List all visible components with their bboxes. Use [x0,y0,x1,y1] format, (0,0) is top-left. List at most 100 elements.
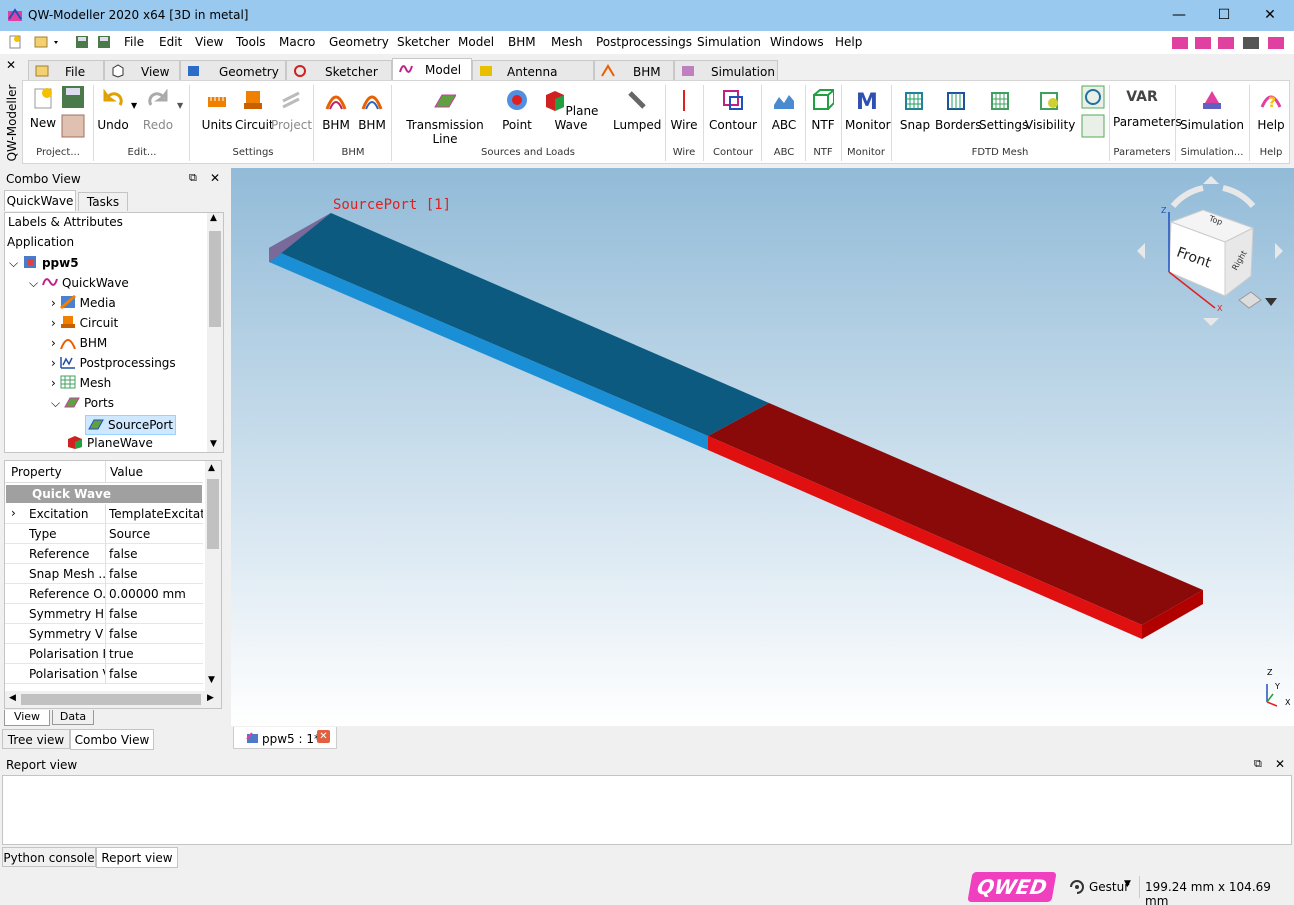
tab-view-props[interactable]: View [4,710,50,726]
project-button[interactable]: Project [271,89,312,132]
tab-bhm[interactable]: BHM [594,60,674,80]
redo-button[interactable]: Redo [141,88,175,132]
borders-button[interactable]: Borders [935,89,981,132]
property-row-excitation[interactable]: ›ExcitationTemplateExcitat... [5,504,203,524]
tab-data-props[interactable]: Data [52,710,94,725]
project-save-icons[interactable] [61,85,85,141]
visibility-button[interactable]: Visibility [1025,89,1075,132]
menu-sketcher[interactable]: Sketcher [397,35,450,49]
expand-icon[interactable]: ⌵ [51,396,60,410]
expand-icon[interactable]: ⌵ [9,256,18,270]
property-hscrollbar[interactable]: ◀ ▶ [5,691,221,708]
property-row-symmetry-h[interactable]: Symmetry Hfalse [5,604,203,624]
point-button[interactable]: Point [499,89,535,132]
tab-quickwave[interactable]: QuickWave [4,190,76,211]
3d-viewport[interactable]: SourcePort [1] Front Top Right Z X Z Y X [231,168,1294,726]
simulation-button[interactable]: Simulation [1179,89,1245,132]
collapse-icon[interactable]: › [51,296,56,310]
tree-item-postprocessings[interactable]: › Postprocessings [51,355,176,375]
expand-icon[interactable]: ⌵ [29,276,38,290]
snap-button[interactable]: Snap [897,89,933,132]
tab-tree-view[interactable]: Tree view [2,729,70,749]
tab-tasks[interactable]: Tasks [78,192,128,211]
menu-postprocessings[interactable]: Postprocessings [596,35,692,49]
tab-geometry[interactable]: Geometry [180,60,286,80]
bhm-dropdown-button[interactable]: BHM [319,89,353,132]
close-panel-icon[interactable]: ✕ [210,171,220,185]
undo-dropdown-icon[interactable]: ▼ [131,101,137,110]
collapse-icon[interactable]: › [51,336,56,350]
property-group-quickwave[interactable]: Quick Wave [6,485,202,503]
menu-model[interactable]: Model [458,35,494,49]
float-report-icon[interactable]: ⧉ [1254,757,1262,771]
menu-macro[interactable]: Macro [279,35,315,49]
new-doc-icon[interactable] [8,35,22,49]
menu-mesh[interactable]: Mesh [551,35,583,49]
menu-file[interactable]: File [124,35,144,49]
menu-edit[interactable]: Edit [159,35,182,49]
ntf-button[interactable]: NTF [809,89,837,132]
tree-item-bhm[interactable]: › BHM [51,335,107,355]
tree-item-circuit[interactable]: › Circuit [51,315,118,335]
mesh-settings-button[interactable]: Settings [979,89,1028,132]
open-doc-icon[interactable] [34,35,62,49]
group-project-label[interactable]: Project... [25,147,91,158]
monitor-button[interactable]: M Monitor [845,89,891,132]
tab-model[interactable]: Model [392,58,472,80]
redo-dropdown-icon[interactable]: ▼ [177,101,183,110]
collapse-icon[interactable]: › [51,376,56,390]
property-row-symmetry-v[interactable]: Symmetry Vfalse [5,624,203,644]
units-button[interactable]: Units [199,89,235,132]
menu-bhm[interactable]: BHM [508,35,536,49]
menu-windows[interactable]: Windows [770,35,824,49]
menu-help[interactable]: Help [835,35,862,49]
tree-scrollbar[interactable]: ▲ ▼ [207,213,223,452]
maximize-button[interactable]: ☐ [1201,0,1247,31]
tab-view[interactable]: View [104,60,180,80]
tree-item-media[interactable]: › Media [51,295,116,315]
parameters-button[interactable]: VAR Parameters [1113,89,1182,129]
help-button[interactable]: ? Help [1255,89,1287,132]
tree-item-quickwave[interactable]: ⌵ QuickWave [29,275,129,295]
property-row-reference[interactable]: Reference false [5,544,203,564]
collapse-icon[interactable]: › [51,316,56,330]
property-row-snap-mesh[interactable]: Snap Mesh ... false [5,564,203,584]
minimize-button[interactable]: — [1156,0,1202,31]
tab-sketcher[interactable]: Sketcher [286,60,392,80]
tab-python-console[interactable]: Python console [2,847,96,867]
contour-button[interactable]: Contour [709,89,757,132]
lumped-button[interactable]: Lumped [613,89,661,132]
property-scrollbar[interactable]: ▲ ▼ [205,461,221,691]
plane-wave-button[interactable]: Plane Wave [539,89,603,132]
strip-top-red[interactable] [708,403,1203,625]
property-row-type[interactable]: Type Source [5,524,203,544]
navigation-cube[interactable] [1133,176,1285,326]
expand-row-icon[interactable]: › [11,506,16,520]
group-simulation-label[interactable]: Simulation... [1177,147,1247,158]
mesh-extra-icons[interactable] [1081,85,1105,139]
close-window-button[interactable]: ✕ [1247,0,1293,31]
report-output-area[interactable] [2,775,1292,845]
menu-view[interactable]: View [195,35,223,49]
bhm-button[interactable]: BHM [355,89,389,132]
close-report-icon[interactable]: ✕ [1275,757,1285,771]
property-row-polarisation-h[interactable]: Polarisation Htrue [5,644,203,664]
wire-button[interactable]: Wire [669,89,699,132]
float-panel-icon[interactable]: ⧉ [189,171,197,185]
group-edit-label[interactable]: Edit... [97,147,187,158]
navigation-mode-icon[interactable] [1068,878,1086,896]
property-row-polarisation-v[interactable]: Polarisation Vfalse [5,664,203,684]
close-tab-icon[interactable]: ✕ [317,730,330,743]
tab-report-view[interactable]: Report view [96,847,178,868]
menu-simulation[interactable]: Simulation [697,35,761,49]
qw-tools-icons[interactable] [1172,35,1292,51]
property-row-reference-offset[interactable]: Reference O...0.00000 mm [5,584,203,604]
transmission-line-button[interactable]: Transmission Line [399,89,491,146]
circuit-button[interactable]: Circuit [235,89,274,132]
new-button[interactable]: New [29,87,57,130]
collapse-icon[interactable]: › [51,356,56,370]
tree-item-sourceport[interactable]: SourcePort [85,415,177,435]
strip-top-blue[interactable] [269,213,769,436]
tree-item-ports[interactable]: ⌵ Ports [51,395,114,415]
tree-item-mesh[interactable]: › Mesh [51,375,111,395]
